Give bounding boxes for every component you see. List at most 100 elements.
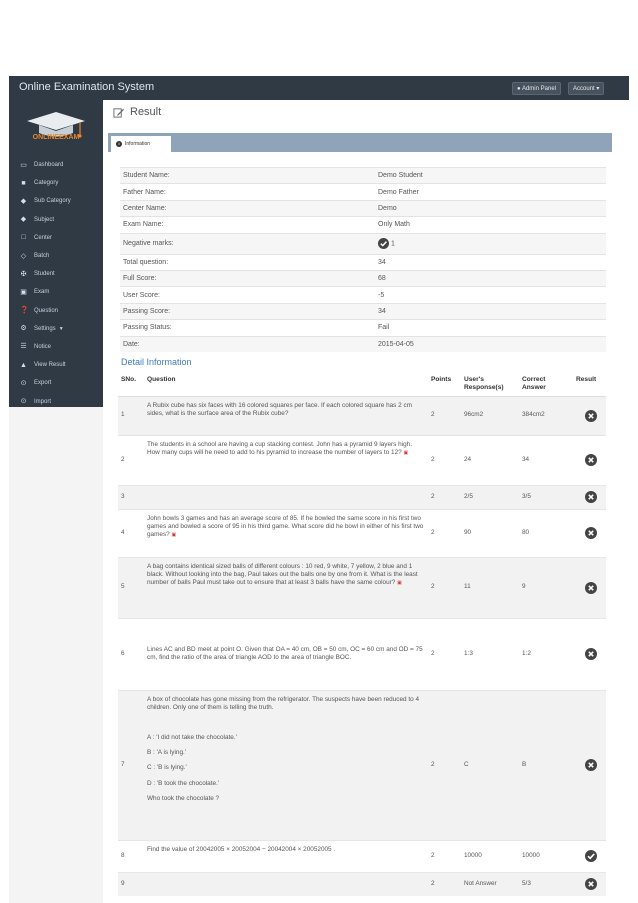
row-points: 2 — [428, 395, 461, 435]
info-icon: i — [116, 140, 122, 147]
header-correct: Correct Answer — [519, 370, 573, 397]
info-row: Negative marks: 1 — [120, 232, 606, 255]
sidebar-item-label: Exam — [34, 289, 50, 296]
row-points: 2 — [428, 556, 461, 618]
row-question: A bag contains identical sized balls of … — [147, 562, 418, 586]
wrong-circle-icon — [585, 409, 597, 422]
formula-image-icon: ▣ — [397, 579, 402, 586]
tag-icon: ◆ — [20, 216, 27, 224]
sidebar-item-label: Notice — [34, 343, 52, 350]
row-question — [144, 484, 428, 509]
check-circle-icon — [378, 238, 389, 250]
row-correct: 9 — [519, 556, 573, 618]
sidebar-item-label: Import — [34, 398, 52, 405]
sidebar: ONLINEEXAM ▭ Dashboard ■ Category ◆ Sub Cat… — [9, 100, 103, 407]
app-title[interactable]: Online Examination System — [19, 81, 154, 93]
header-points: Points — [428, 370, 461, 397]
caret-down-icon: ▼ — [58, 325, 64, 332]
info-label: Date: — [120, 335, 375, 353]
gears-icon: ⚙ — [20, 325, 27, 333]
row-sno: 3 — [118, 484, 144, 509]
row-result — [573, 395, 606, 435]
sidebar-item-center[interactable]: □ Center — [9, 229, 103, 247]
edit-icon — [113, 107, 124, 118]
row-result — [573, 556, 606, 618]
header-question: Question — [144, 370, 428, 397]
row-question-intro: A box of chocolate has gone missing from… — [147, 695, 420, 711]
wrong-circle-icon — [585, 491, 597, 503]
row-question-cell: A bag contains identical sized balls of … — [144, 556, 428, 618]
info-value: 68 — [375, 269, 606, 287]
info-label: Exam Name: — [120, 216, 375, 234]
row-question-cell: The students in a school are having a cu… — [144, 434, 428, 485]
sidebar-item-exam[interactable]: ▣ Exam — [9, 283, 103, 301]
wrong-circle-icon — [585, 648, 597, 660]
info-value-cell: 1 — [375, 232, 606, 255]
row-response: 96cm2 — [461, 395, 519, 435]
info-value: 2015-04-05 — [375, 335, 606, 353]
account-dropdown[interactable]: Account ▾ — [568, 82, 605, 95]
row-result — [573, 508, 606, 557]
row-sno: 4 — [118, 508, 144, 557]
sidebar-item-category[interactable]: ■ Category — [9, 174, 103, 192]
export-icon: ⊙ — [20, 379, 27, 387]
info-label: Passing Score: — [120, 302, 375, 320]
info-value: -5 — [375, 286, 606, 304]
sidebar-item-question[interactable]: ❓ Question — [9, 302, 103, 320]
info-row: Passing Score: 34 — [120, 302, 606, 320]
sidebar-item-import[interactable]: ⊙ Import — [9, 392, 103, 410]
page-title-text: Result — [130, 106, 162, 118]
row-correct: 34 — [519, 434, 573, 485]
info-value: 1 — [390, 240, 395, 248]
info-value: 34 — [375, 302, 606, 320]
row-question: John bowls 3 games and has an average sc… — [147, 514, 424, 538]
wrong-circle-icon — [585, 454, 597, 466]
sidebar-item-notice[interactable]: ☰ Notice — [9, 338, 103, 356]
info-label: User Score: — [120, 286, 375, 304]
tab-information[interactable]: i Information — [111, 136, 171, 152]
header-response: User's Response(s) — [461, 370, 519, 397]
sidebar-item-label: Settings — [34, 325, 56, 332]
formula-image-icon: ▣ — [403, 449, 409, 456]
row-question: The students in a school are having a cu… — [147, 440, 413, 456]
sidebar-item-settings[interactable]: ⚙ Settings ▼ — [9, 320, 103, 338]
tab-label: Information — [125, 141, 151, 147]
row-result — [573, 839, 606, 872]
sidebar-item-view-result[interactable]: ▲ View Result — [9, 356, 103, 374]
information-table: Student Name: Demo Student Father Name: De… — [120, 166, 606, 353]
row-points: 2 — [428, 484, 461, 509]
row-response: 11 — [461, 556, 519, 618]
trophy-icon: ▲ — [20, 361, 27, 369]
sidebar-item-label: Export — [34, 380, 52, 387]
row-response: 2/5 — [461, 484, 519, 509]
sidebar-item-batch[interactable]: ◇ Batch — [9, 247, 103, 265]
row-correct: 3/5 — [519, 484, 573, 509]
table-row: 6 Lines AC and BD meet at point O. Given… — [118, 617, 606, 690]
question-line: C : 'B is lying.' — [147, 764, 187, 772]
sidebar-item-label: Batch — [34, 253, 50, 260]
sidebar-item-label: Question — [34, 307, 59, 314]
sidebar-item-export[interactable]: ⊙ Export — [9, 374, 103, 392]
top-navbar: Online Examination System ● Admin Panel … — [9, 76, 629, 100]
sidebar-item-sub-category[interactable]: ◆ Sub Category — [9, 192, 103, 210]
logo-text: ONLINEEXAM — [32, 134, 80, 141]
table-row: 1 A Rubix cube has six faces with 16 col… — [118, 395, 606, 435]
sidebar-item-student[interactable]: ✠ Student — [9, 265, 103, 283]
sidebar-item-subject[interactable]: ◆ Subject — [9, 211, 103, 229]
info-row: Exam Name: Only Math — [120, 216, 606, 234]
table-row: 8 Find the value of 20042005 × 20052004 … — [118, 839, 606, 872]
admin-panel-button[interactable]: ● Admin Panel — [512, 82, 561, 95]
header-correct-line2: Answer — [522, 384, 546, 391]
info-value: Fail — [375, 319, 606, 337]
row-result — [573, 871, 606, 896]
row-sno: 7 — [118, 689, 144, 840]
sidebar-item-dashboard[interactable]: ▭ Dashboard — [9, 156, 103, 174]
info-row: Passing Status: Fail — [120, 319, 606, 337]
header-response-line1: User's — [464, 376, 484, 383]
check-circle-icon — [585, 850, 597, 862]
info-row: Father Name: Demo Father — [120, 183, 606, 201]
sidebar-item-label: Subject — [34, 216, 55, 223]
wrong-circle-icon — [585, 878, 597, 891]
row-response: 1:3 — [461, 617, 519, 690]
row-question-cell: John bowls 3 games and has an average sc… — [144, 508, 428, 557]
